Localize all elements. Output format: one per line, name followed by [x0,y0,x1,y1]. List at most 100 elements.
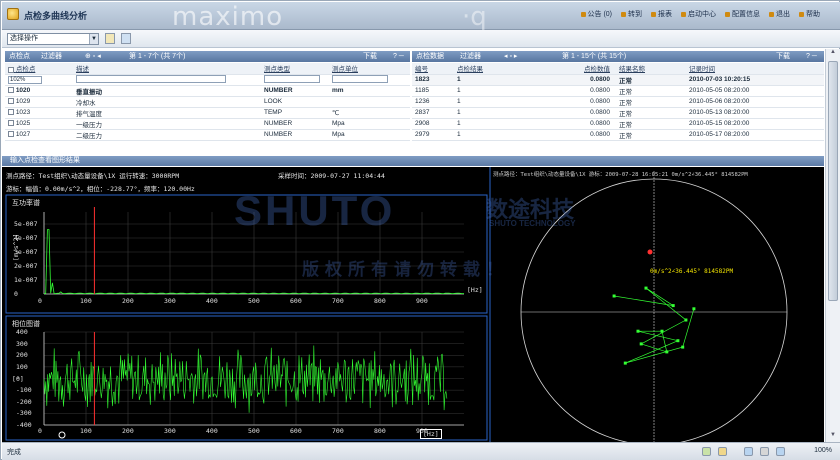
table-row[interactable]: 1029 冷却水 LOOK [5,96,410,108]
col-header-result[interactable]: 点检结果 [454,63,564,75]
spectrum-x-tick: 300 [164,297,176,305]
nav-reports[interactable]: 报表 [651,9,672,19]
reports-icon [651,11,656,17]
polar-point [676,339,680,343]
save-icon[interactable] [121,33,131,44]
table-row[interactable]: 1023 排气温度 TEMP ℃ [5,107,410,119]
col-header-value[interactable]: 点检数值 [564,63,616,75]
desc-filter-input[interactable] [76,74,226,83]
chart-area: 测点路径：Test组织\动态量设备\1X 运行转速：3000RPM 采样时间：2… [2,167,824,442]
col-header-time[interactable]: 记录时间 [686,63,824,75]
scroll-thumb[interactable] [828,61,838,301]
left-filter-toggle[interactable]: 过滤器 [41,51,62,62]
polar-point [660,329,664,333]
col-header-point[interactable]: 点检点 [16,66,36,73]
spectrum-y-tick: 0 [14,290,18,298]
col-header-no[interactable]: 编号 [412,63,454,75]
point-filter-input[interactable]: 102% [8,75,42,84]
profile-icon [725,11,730,17]
app-title: 点检多曲线分析 [24,11,88,21]
phase-y-tick: 300 [16,339,28,348]
lock-icon [718,447,727,456]
table-row[interactable]: 1020 垂直振动 NUMBER mm [5,85,410,97]
row-checkbox[interactable] [8,131,14,138]
col-header-type[interactable]: 测点类型 [261,63,329,75]
graph-section-header: 输入点检查看图形结果 [2,156,824,166]
signout-icon [769,11,774,17]
trusted-site-icon [702,447,711,456]
action-select[interactable]: 选择操作 ▼ [7,33,99,45]
nav-start-center[interactable]: 启动中心 [681,9,716,19]
vertical-scrollbar[interactable]: ▲ ▼ [825,49,840,442]
table-header-row: 编号 点检结果 点检数值 结果名称 记录时间 [412,63,824,75]
scroll-up-icon[interactable]: ▲ [828,49,838,59]
phase-y-tick: 200 [16,351,28,360]
row-checkbox[interactable] [8,87,14,94]
table-row[interactable]: 1185 1 0.0800 正常 2010-05-05 08:20:00 [412,85,824,97]
spectrum-x-tick: 900 [416,297,428,305]
filter-row: 102% [5,74,410,86]
nav-arrows-icon[interactable]: ◂ ▫ ▸ [504,51,517,62]
maximo-logo-tail: ·q [462,2,487,32]
popup-icon [760,447,769,456]
app-window: 点检多曲线分析 maximo ·q 公告 (0) 转到 报表 启动中心 配置信息… [0,0,840,460]
table-row[interactable]: 1027 二级压力 NUMBER Mpa [5,129,410,141]
col-header-unit[interactable]: 测点单位 [329,63,410,75]
left-download-link[interactable]: 下载 [363,51,377,62]
spectrum-y-tick: 3e-007 [14,248,38,256]
spectrum-x-tick: 700 [332,297,344,305]
polar-point [636,329,640,333]
right-panel-help-icon[interactable]: ? ─ [806,51,817,62]
goto-icon [621,11,626,17]
table-row[interactable]: 1025 一级压力 NUMBER Mpa [5,118,410,130]
start-center-icon [681,11,686,17]
polar-point [639,342,643,346]
table-row[interactable]: 2837 1 0.0800 正常 2010-05-13 08:20:00 [412,107,824,119]
nav-signout[interactable]: 退出 [769,9,790,19]
type-filter-input[interactable] [264,74,320,83]
phase-y-tick: 400 [16,328,28,336]
left-panel-help-icon[interactable]: ? ─ [393,51,404,62]
spectrum-x-tick: 400 [206,297,218,305]
phase-y-tick: 0 [16,374,20,383]
table-row[interactable]: 2908 1 0.0800 正常 2010-05-15 08:20:00 [412,118,824,130]
zoom-level[interactable]: 100% [814,447,832,454]
select-all-checkbox[interactable] [8,66,14,73]
unit-filter-input[interactable] [332,74,388,83]
col-header-desc[interactable]: 描述 [73,63,261,75]
phase-x-tick: 600 [290,427,302,435]
binoculars-icon[interactable]: ⊕ ▫ ◂ [85,51,101,62]
scroll-down-icon[interactable]: ▼ [828,432,838,442]
right-panel-title: 点检数据 [416,53,444,60]
col-header-name[interactable]: 结果名称 [616,63,686,75]
nav-profile[interactable]: 配置信息 [725,9,760,19]
spectrum-x-tick: 0 [38,297,42,305]
polar-point [612,294,616,298]
right-download-link[interactable]: 下载 [776,51,790,62]
phase-x-tick: 100 [80,427,92,435]
nav-bulletin[interactable]: 公告 (0) [580,9,612,19]
row-checkbox[interactable] [8,120,14,127]
right-panel-header: 点检数据 过滤器 ◂ ▫ ▸ 第 1 - 15个 (共 15个) 下载 ? ─ [412,51,824,62]
table-row[interactable]: 1236 1 0.0800 正常 2010-05-06 08:20:00 [412,96,824,108]
phase-y-tick: -200 [16,397,32,406]
row-checkbox[interactable] [8,109,14,116]
app-logo-icon [7,8,19,20]
bulletin-icon [580,11,586,17]
left-panel-header: 点检点 过滤器 ⊕ ▫ ◂ 第 1 - 7个 (共 7个) 下载 ? ─ [5,51,410,62]
watermark-brand: SHUTO [234,187,396,234]
table-row[interactable]: 2979 1 0.0800 正常 2010-05-17 08:20:00 [412,129,824,141]
row-checkbox[interactable] [8,98,14,105]
spectrum-x-tick: 100 [80,297,92,305]
nav-goto[interactable]: 转到 [621,9,642,19]
bookmark-icon[interactable] [105,33,115,44]
left-paging: 第 1 - 7个 (共 7个) [129,53,186,60]
table-row[interactable]: 1823 1 0.0800 正常 2010-07-03 10:20:15 [412,74,824,86]
spectrum-xlabel: [Hz] [467,286,483,294]
right-filter-toggle[interactable]: 过滤器 [460,51,481,62]
watermark-company-en: SHUTO TECHNOLOGY [489,219,576,228]
phase-x-tick: 800 [374,427,386,435]
polar-point [692,307,696,311]
nav-help[interactable]: 帮助 [799,9,820,19]
chevron-down-icon: ▼ [89,34,98,44]
